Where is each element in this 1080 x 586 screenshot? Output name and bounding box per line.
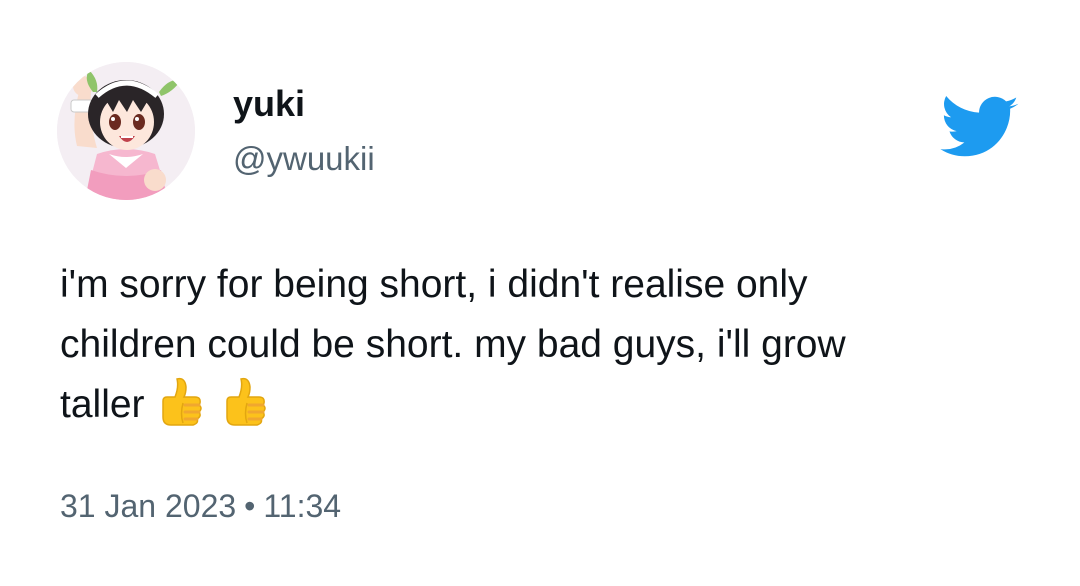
thumbs-up-emoji-icon	[155, 375, 205, 429]
tweet-date: 31 Jan 2023	[60, 488, 237, 524]
twitter-bird-icon[interactable]	[940, 96, 1020, 162]
thumbs-up-emoji-icon	[219, 375, 269, 429]
user-handle[interactable]: @ywuukii	[233, 138, 375, 180]
tweet-card: yuki @ywuukii i'm sorry for being short,…	[0, 0, 1080, 586]
tweet-text-line: i'm sorry for being short, i didn't real…	[60, 263, 808, 306]
twitter-bird-svg	[940, 96, 1019, 157]
thumbs-up-svg	[161, 377, 202, 426]
separator-dot: •	[244, 488, 256, 524]
tweet-text-line-last: taller	[60, 375, 1020, 435]
tweet-text-line: children could be short. my bad guys, i'…	[60, 323, 846, 366]
anime-girl-avatar-icon	[57, 62, 195, 200]
thumbs-up-svg	[225, 377, 266, 426]
avatar[interactable]	[57, 62, 195, 200]
tweet-time: 11:34	[263, 488, 342, 524]
tweet-text-fragment: taller	[60, 383, 145, 426]
tweet-timestamp[interactable]: 31 Jan 2023 • 11:34	[60, 484, 341, 528]
tweet-text: i'm sorry for being short, i didn't real…	[60, 255, 1020, 435]
display-name[interactable]: yuki	[233, 82, 305, 126]
